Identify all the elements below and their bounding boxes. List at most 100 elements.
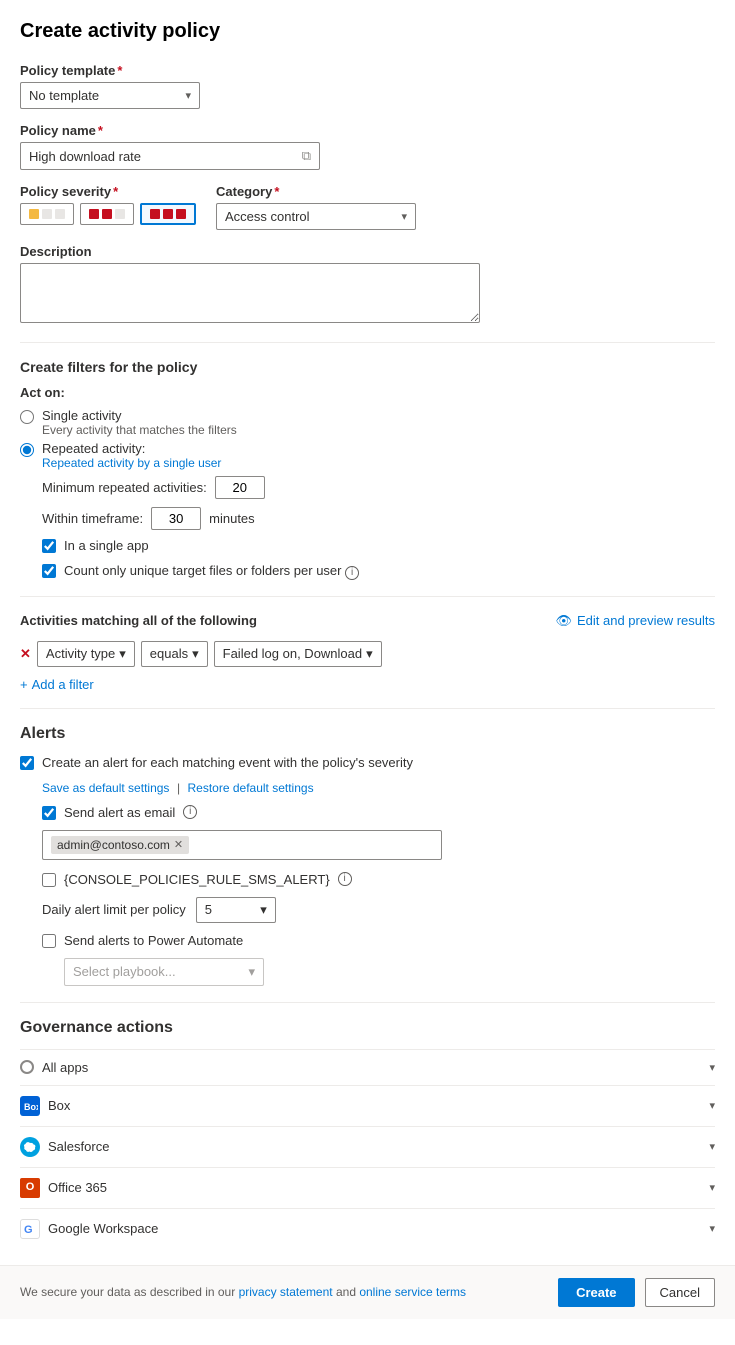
repeated-activity-radio[interactable]: [20, 443, 34, 457]
plus-icon: +: [20, 677, 28, 692]
info-icon-email[interactable]: i: [183, 805, 197, 819]
power-automate-section: Send alerts to Power Automate Select pla…: [42, 933, 715, 986]
policy-name-section: Policy name* High download rate ⧉: [20, 123, 715, 170]
email-tag-container[interactable]: admin@contoso.com ✕: [42, 830, 442, 860]
equals-filter[interactable]: equals ▾: [141, 641, 208, 667]
office365-icon: O: [20, 1178, 40, 1198]
privacy-link[interactable]: privacy statement: [239, 1285, 333, 1299]
power-automate-row: Send alerts to Power Automate: [42, 933, 715, 948]
create-alert-checkbox[interactable]: [20, 756, 34, 770]
severity-low-btn[interactable]: [20, 203, 74, 225]
filter-remove-btn[interactable]: ✕: [20, 646, 31, 662]
within-timeframe-label: Within timeframe:: [42, 511, 143, 526]
all-apps-radio-circle: [20, 1060, 34, 1074]
gov-item-google[interactable]: G Google Workspace ▾: [20, 1208, 715, 1249]
send-alert-email-checkbox[interactable]: [42, 806, 56, 820]
sms-checkbox[interactable]: [42, 873, 56, 887]
google-label: Google Workspace: [48, 1221, 158, 1236]
create-alert-row: Create an alert for each matching event …: [20, 755, 715, 770]
salesforce-label: Salesforce: [48, 1139, 109, 1154]
cancel-button[interactable]: Cancel: [645, 1278, 715, 1307]
description-label: Description: [20, 244, 715, 259]
activity-type-label: Activity type: [46, 646, 115, 661]
severity-high-dot-3: [176, 209, 186, 219]
governance-section: Governance actions All apps ▾ Box Box ▾: [20, 1019, 715, 1249]
divider-4: [20, 1002, 715, 1003]
daily-limit-dropdown[interactable]: 5 ▾: [196, 897, 276, 923]
within-timeframe-input[interactable]: [151, 507, 201, 530]
description-section: Description: [20, 244, 715, 326]
equals-label: equals: [150, 646, 188, 661]
severity-low-dot-3: [55, 209, 65, 219]
sms-row: {CONSOLE_POLICIES_RULE_SMS_ALERT} i: [42, 872, 715, 887]
save-default-link[interactable]: Save as default settings: [42, 781, 169, 795]
gov-item-office365[interactable]: O Office 365 ▾: [20, 1167, 715, 1208]
info-icon[interactable]: i: [345, 566, 359, 580]
send-alert-email-section: Send alert as email i admin@contoso.com …: [42, 805, 715, 860]
in-single-app-checkbox[interactable]: [42, 539, 56, 553]
chevron-down-icon: ▾: [709, 1181, 715, 1194]
count-unique-checkbox[interactable]: [42, 564, 56, 578]
severity-med-dot-3: [115, 209, 125, 219]
restore-default-link[interactable]: Restore default settings: [188, 781, 314, 795]
edit-preview-btn[interactable]: 👁 Edit and preview results: [555, 613, 715, 629]
single-activity-label: Single activity: [42, 408, 237, 423]
footer-bar: We secure your data as described in our …: [0, 1265, 735, 1319]
email-tag-remove-btn[interactable]: ✕: [174, 838, 183, 851]
gov-item-box[interactable]: Box Box ▾: [20, 1085, 715, 1126]
office365-label: Office 365: [48, 1180, 107, 1195]
severity-high-btn[interactable]: [140, 203, 196, 225]
chevron-down-icon: ▾: [185, 89, 191, 102]
info-icon-sms[interactable]: i: [338, 872, 352, 886]
eye-icon: 👁: [555, 613, 572, 629]
count-unique-label: Count only unique target files or folder…: [64, 563, 342, 578]
repeated-activity-label: Repeated activity:: [42, 441, 221, 456]
policy-name-label: Policy name*: [20, 123, 715, 138]
governance-title: Governance actions: [20, 1019, 715, 1037]
create-button[interactable]: Create: [558, 1278, 634, 1307]
category-section: Category* Access control ▾: [216, 184, 416, 230]
single-activity-sub: Every activity that matches the filters: [42, 423, 237, 437]
category-dropdown[interactable]: Access control ▾: [216, 203, 416, 230]
policy-template-dropdown[interactable]: No template ▾: [20, 82, 200, 109]
description-textarea[interactable]: [20, 263, 480, 323]
chevron-down-icon: ▾: [192, 646, 199, 662]
severity-medium-btn[interactable]: [80, 203, 134, 225]
severity-high-dot-2: [163, 209, 173, 219]
single-activity-radio[interactable]: [20, 410, 34, 424]
severity-low-dot-2: [42, 209, 52, 219]
within-timeframe-row: Within timeframe: minutes: [42, 507, 715, 530]
create-alert-label: Create an alert for each matching event …: [42, 755, 413, 770]
google-icon: G: [20, 1219, 40, 1239]
filter-row: ✕ Activity type ▾ equals ▾ Failed log on…: [20, 641, 715, 667]
playbook-dropdown[interactable]: Select playbook... ▾: [64, 958, 264, 986]
activity-type-filter[interactable]: Activity type ▾: [37, 641, 135, 667]
chevron-down-icon: ▾: [260, 902, 267, 918]
chevron-down-icon: ▾: [709, 1222, 715, 1235]
policy-template-section: Policy template* No template ▾: [20, 63, 715, 109]
gov-item-salesforce[interactable]: Salesforce ▾: [20, 1126, 715, 1167]
sms-label: {CONSOLE_POLICIES_RULE_SMS_ALERT}: [64, 872, 330, 887]
add-filter-btn[interactable]: + Add a filter: [20, 677, 715, 692]
severity-high-dot-1: [150, 209, 160, 219]
alerts-title: Alerts: [20, 725, 715, 743]
count-unique-row: Count only unique target files or folder…: [42, 563, 715, 580]
severity-med-dot-1: [89, 209, 99, 219]
filter-value[interactable]: Failed log on, Download ▾: [214, 641, 382, 667]
min-repeated-label: Minimum repeated activities:: [42, 480, 207, 495]
box-icon: Box: [20, 1096, 40, 1116]
gov-item-all-apps[interactable]: All apps ▾: [20, 1049, 715, 1085]
email-value: admin@contoso.com: [57, 838, 170, 852]
daily-limit-row: Daily alert limit per policy 5 ▾: [42, 897, 715, 923]
category-label: Category*: [216, 184, 416, 199]
min-repeated-input[interactable]: [215, 476, 265, 499]
severity-category-row: Policy severity*: [20, 184, 715, 230]
severity-label: Policy severity*: [20, 184, 196, 199]
sms-checkbox-row: {CONSOLE_POLICIES_RULE_SMS_ALERT} i: [42, 872, 715, 887]
send-alert-email-row: Send alert as email i: [42, 805, 715, 820]
default-settings-row: Save as default settings | Restore defau…: [42, 780, 715, 795]
terms-link[interactable]: online service terms: [359, 1285, 466, 1299]
add-filter-label: Add a filter: [32, 677, 94, 692]
power-automate-checkbox[interactable]: [42, 934, 56, 948]
policy-name-input-container: High download rate ⧉: [20, 142, 320, 170]
